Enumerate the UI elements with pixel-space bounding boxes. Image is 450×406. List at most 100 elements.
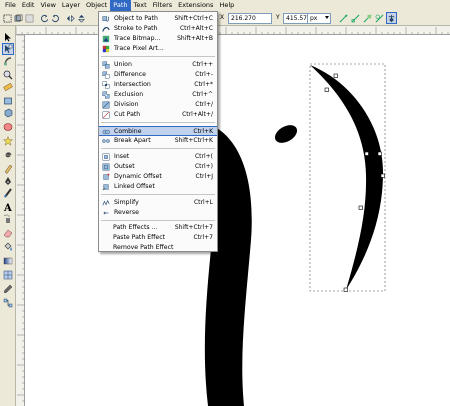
rotate-cw-icon[interactable]	[51, 14, 60, 23]
text-tool-icon[interactable]: A	[3, 202, 13, 212]
zoom-tool-icon[interactable]	[3, 70, 13, 80]
3d-box-tool-icon[interactable]	[3, 108, 13, 118]
menu-text[interactable]: Text	[131, 0, 150, 11]
bounding-box-toggle[interactable]	[386, 12, 397, 24]
dropper-tool-icon[interactable]	[3, 284, 13, 294]
menu-label: Break Apart	[114, 137, 151, 145]
rotate-ccw-icon[interactable]	[40, 14, 49, 23]
scale-stroke-icon[interactable]	[339, 14, 348, 23]
vertical-ruler	[16, 34, 25, 406]
select-all-icon[interactable]	[3, 14, 12, 23]
spiral-tool-icon[interactable]	[3, 150, 13, 160]
menu-item-trace-pixel-art[interactable]: Trace Pixel Art...	[99, 44, 217, 54]
menu-item-exclusion[interactable]: Exclusion Ctrl+^	[99, 90, 217, 100]
ellipse-tool-icon[interactable]	[3, 122, 13, 132]
menu-filters[interactable]: Filters	[150, 0, 175, 11]
menu-layer[interactable]: Layer	[59, 0, 83, 11]
simplify-icon	[102, 199, 110, 206]
calligraphy-tool-icon[interactable]	[3, 188, 13, 198]
eraser-tool-icon[interactable]	[3, 228, 13, 238]
pen-tool-icon[interactable]	[3, 176, 13, 186]
menu-shortcut: Ctrl+Alt+C	[179, 25, 213, 32]
menu-shortcut: Ctrl++	[192, 60, 213, 68]
menu-item-intersection[interactable]: Intersection Ctrl+*	[99, 80, 217, 90]
flip-vertical-icon[interactable]	[77, 14, 86, 23]
menu-label: Stroke to Path	[114, 25, 158, 32]
menu-item-linked-offset[interactable]: Linked Offset	[99, 182, 217, 192]
reverse-icon	[103, 211, 109, 215]
menubar: File Edit View Layer Object Path Text Fi…	[0, 0, 450, 11]
menu-label: Division	[114, 101, 139, 109]
paint-bucket-tool-icon[interactable]	[3, 242, 13, 252]
scale-corners-icon[interactable]	[351, 14, 360, 23]
menu-item-trace-bitmap[interactable]: Trace Bitmap... Shift+Alt+B	[99, 34, 217, 44]
menu-shortcut: Ctrl+/	[195, 101, 213, 109]
menu-item-stroke-to-path[interactable]: Stroke to Path Ctrl+Alt+C	[99, 24, 217, 34]
artwork	[190, 63, 386, 406]
menu-item-cut-path[interactable]: Cut Path Ctrl+Alt+/	[99, 110, 217, 120]
menu-label: Cut Path	[114, 111, 141, 119]
menu-shortcut: Shift+Ctrl+C	[174, 14, 213, 22]
small-dot-shape	[274, 125, 298, 143]
menu-item-simplify[interactable]: Simplify Ctrl+L	[99, 198, 217, 208]
menu-shortcut: Ctrl+Alt+/	[182, 111, 213, 119]
menu-label: Remove Path Effect	[113, 243, 174, 251]
menu-item-combine[interactable]: Combine Ctrl+K	[99, 126, 217, 136]
menu-label: Dynamic Offset	[114, 173, 162, 181]
spray-tool-icon[interactable]	[3, 214, 13, 224]
trace-pixel-art-icon	[102, 45, 110, 53]
menu-label: Simplify	[114, 198, 139, 206]
menu-item-outset[interactable]: Outset Ctrl+)	[99, 162, 217, 172]
dynamic-offset-icon	[103, 173, 110, 180]
menu-extensions[interactable]: Extensions	[175, 0, 216, 11]
menu-object[interactable]: Object	[83, 0, 110, 11]
menu-shortcut: Shift+Ctrl+7	[174, 223, 213, 231]
menu-item-break-apart[interactable]: Break Apart Shift+Ctrl+K	[99, 136, 217, 146]
menu-item-paste-path-effect[interactable]: Paste Path Effect Ctrl+7	[99, 233, 217, 243]
select-all-layers-icon[interactable]	[14, 14, 23, 23]
move-patterns-icon[interactable]	[375, 14, 384, 23]
menu-item-object-to-path[interactable]: Object to Path Shift+Ctrl+C	[99, 14, 217, 24]
menu-file[interactable]: File	[2, 0, 19, 11]
mesh-tool-icon[interactable]	[3, 270, 13, 280]
x-input[interactable]: 216.270	[228, 13, 272, 24]
node-tool-icon[interactable]	[2, 43, 14, 55]
menu-item-path-effects[interactable]: Path Effects ... Shift+Ctrl+7	[99, 223, 217, 233]
menu-label: Outset	[114, 162, 135, 170]
star-tool-icon[interactable]	[3, 136, 13, 146]
measure-tool-icon[interactable]	[3, 82, 13, 92]
menu-label: Object to Path	[114, 14, 158, 22]
menu-item-difference[interactable]: Difference Ctrl+-	[99, 70, 217, 80]
tweak-tool-icon[interactable]	[3, 56, 13, 66]
menu-item-dynamic-offset[interactable]: Dynamic Offset Ctrl+J	[99, 172, 217, 182]
menu-item-division[interactable]: Division Ctrl+/	[99, 100, 217, 110]
menu-item-remove-path-effect[interactable]: Remove Path Effect	[99, 243, 217, 253]
flip-horizontal-icon[interactable]	[66, 14, 75, 23]
connector-tool-icon[interactable]	[3, 298, 13, 308]
division-icon	[102, 101, 110, 109]
menu-edit[interactable]: Edit	[19, 0, 38, 11]
gradient-tool-icon[interactable]	[3, 256, 13, 266]
drawing-canvas[interactable]	[25, 35, 450, 406]
bounding-box-icon	[388, 14, 395, 23]
menu-item-inset[interactable]: Inset Ctrl+(	[99, 152, 217, 162]
selector-tool-icon[interactable]	[3, 32, 13, 42]
menu-path[interactable]: Path	[110, 0, 131, 11]
ruler-ticks-vertical	[17, 34, 25, 402]
menu-shortcut: Shift+Ctrl+K	[174, 137, 213, 145]
horizontal-ruler	[16, 26, 450, 35]
menu-shortcut: Ctrl+^	[192, 91, 213, 99]
unit-select[interactable]: px	[307, 13, 331, 24]
pencil-tool-icon[interactable]	[3, 164, 13, 174]
x-label: X	[220, 14, 225, 21]
menu-item-union[interactable]: Union Ctrl++	[99, 60, 217, 70]
menu-view[interactable]: View	[37, 0, 58, 11]
move-gradients-icon[interactable]	[363, 14, 372, 23]
menu-help[interactable]: Help	[216, 0, 237, 11]
deselect-icon[interactable]	[25, 14, 34, 23]
menu-label: Linked Offset	[114, 183, 155, 191]
menu-item-reverse[interactable]: Reverse	[99, 208, 217, 218]
rectangle-tool-icon[interactable]	[3, 96, 13, 106]
menu-separator	[101, 122, 215, 124]
menu-label: Intersection	[114, 81, 151, 89]
